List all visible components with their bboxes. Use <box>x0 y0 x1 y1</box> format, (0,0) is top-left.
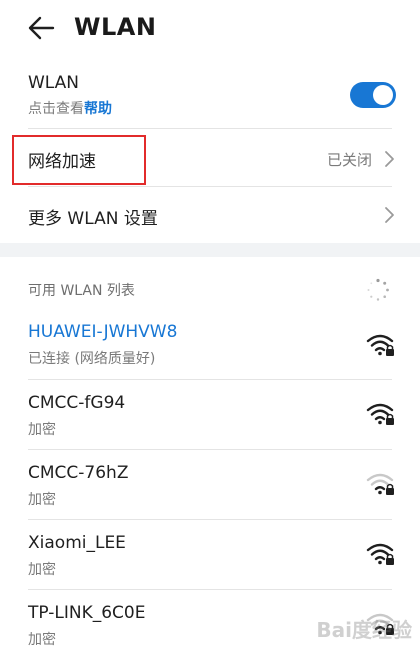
section-separator <box>0 243 420 257</box>
divider <box>28 186 392 187</box>
network-status: 加密 <box>28 562 56 578</box>
arrow-left-icon <box>28 16 55 40</box>
network-name: HUAWEI-JWHVW8 <box>28 322 178 342</box>
chevron-right-icon <box>385 207 394 223</box>
more-settings-label: 更多 WLAN 设置 <box>28 209 158 229</box>
network-status: 加密 <box>28 492 56 508</box>
wlan-help-text: 点击查看帮助 <box>28 98 112 118</box>
divider <box>28 379 392 380</box>
network-name: CMCC-76hZ <box>28 463 129 483</box>
acceleration-value: 已关闭 <box>326 151 372 169</box>
back-button[interactable] <box>24 11 58 45</box>
divider <box>28 519 392 520</box>
network-name: Xiaomi_LEE <box>28 533 126 553</box>
wifi-locked-icon <box>366 403 394 425</box>
network-name: CMCC-fG94 <box>28 393 126 413</box>
wlan-label: WLAN <box>28 73 80 93</box>
wifi-weak-locked-icon <box>366 473 394 495</box>
network-status: 加密 <box>28 422 56 438</box>
divider <box>28 449 392 450</box>
loading-spinner-icon <box>367 278 389 301</box>
chevron-right-icon <box>385 151 394 167</box>
wifi-locked-icon <box>366 543 394 565</box>
available-list-header: 可用 WLAN 列表 <box>28 283 135 299</box>
help-link[interactable]: 帮助 <box>84 101 112 117</box>
divider <box>28 128 392 129</box>
wlan-switch[interactable] <box>350 82 396 108</box>
wifi-locked-icon <box>366 334 394 356</box>
switch-knob <box>373 85 393 105</box>
divider <box>28 589 392 590</box>
network-status: 已连接 (网络质量好) <box>28 351 156 367</box>
highlight-annotation <box>12 135 146 185</box>
top-bar: WLAN <box>0 0 420 58</box>
watermark: Bai度经验 <box>316 618 412 642</box>
page-title: WLAN <box>74 13 157 41</box>
network-name: TP-LINK_6C0E <box>28 603 146 623</box>
network-status: 加密 <box>28 632 56 648</box>
help-prefix: 点击查看 <box>28 101 84 117</box>
